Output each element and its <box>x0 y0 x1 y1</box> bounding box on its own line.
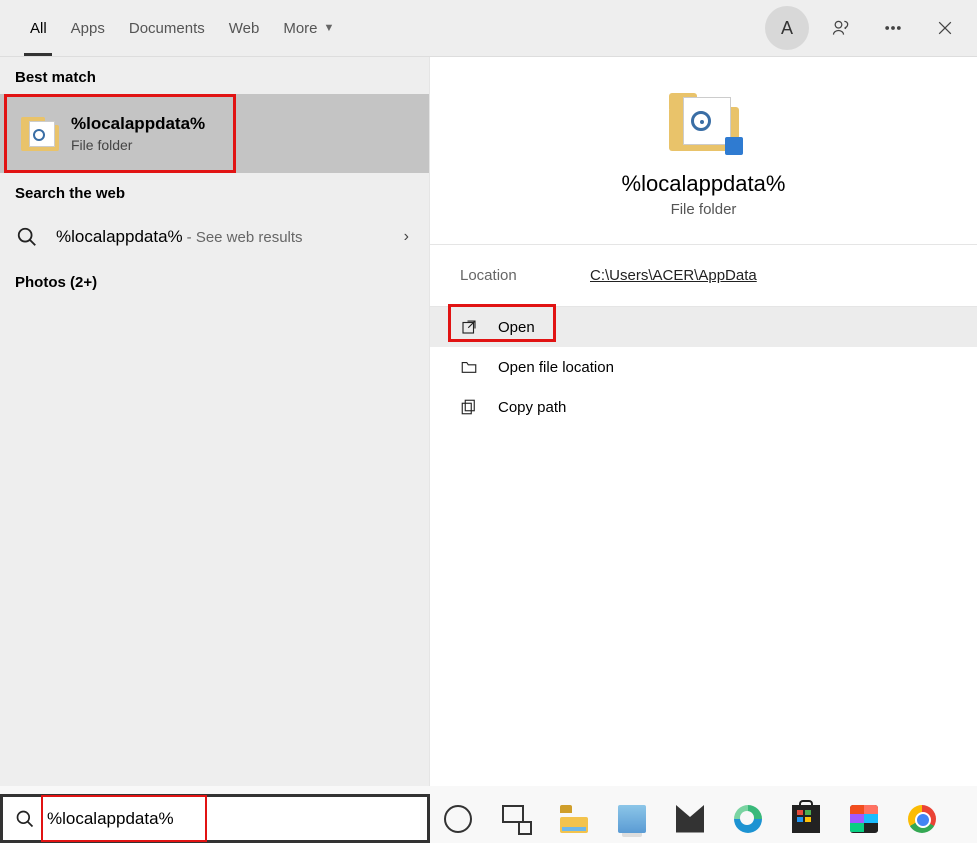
figma-icon[interactable] <box>844 799 884 839</box>
more-options-icon[interactable] <box>873 8 913 48</box>
action-open-label: Open <box>498 319 535 336</box>
location-row: Location C:\Users\ACER\AppData <box>430 245 977 307</box>
search-web-header: Search the web <box>0 173 429 210</box>
topbar-right-controls: A <box>765 0 977 56</box>
open-icon <box>460 318 482 336</box>
folder-icon-large <box>669 93 739 151</box>
tab-web[interactable]: Web <box>217 0 272 56</box>
feedback-icon[interactable] <box>821 8 861 48</box>
web-search-result[interactable]: %localappdata% - See web results › <box>0 210 429 264</box>
keyboard-app-icon[interactable] <box>612 799 652 839</box>
best-match-title: %localappdata% <box>71 113 205 136</box>
preview-pane: %localappdata% File folder Location C:\U… <box>430 57 977 786</box>
best-match-header: Best match <box>0 57 429 94</box>
tab-apps[interactable]: Apps <box>59 0 117 56</box>
tab-all[interactable]: All <box>18 0 59 56</box>
search-icon <box>3 809 47 829</box>
search-bar[interactable] <box>0 794 430 843</box>
folder-icon <box>21 117 59 151</box>
web-result-suffix: - See web results <box>187 229 303 246</box>
chrome-icon[interactable] <box>902 799 942 839</box>
search-filter-tabs: All Apps Documents Web More ▼ A <box>0 0 977 57</box>
file-explorer-icon[interactable] <box>554 799 594 839</box>
task-view-icon[interactable] <box>496 799 536 839</box>
copy-icon <box>460 398 482 416</box>
tab-documents[interactable]: Documents <box>117 0 217 56</box>
best-match-subtitle: File folder <box>71 136 205 155</box>
search-input[interactable] <box>47 797 427 840</box>
taskbar <box>430 794 977 843</box>
action-open[interactable]: Open <box>430 307 977 347</box>
action-open-file-location[interactable]: Open file location <box>430 347 977 387</box>
preview-title: %localappdata% <box>622 171 786 197</box>
search-icon <box>16 226 38 248</box>
tab-more-label: More <box>283 20 317 37</box>
mail-icon[interactable] <box>670 799 710 839</box>
user-avatar[interactable]: A <box>765 6 809 50</box>
edge-icon[interactable] <box>728 799 768 839</box>
best-match-result[interactable]: %localappdata% File folder <box>0 94 429 173</box>
web-result-query: %localappdata% <box>56 227 183 247</box>
folder-open-icon <box>460 358 482 376</box>
action-copy-path-label: Copy path <box>498 399 566 416</box>
results-pane: Best match %localappdata% File folder Se… <box>0 57 430 786</box>
chevron-right-icon: › <box>404 228 409 246</box>
chevron-down-icon: ▼ <box>324 22 335 34</box>
cortana-icon[interactable] <box>438 799 478 839</box>
action-open-file-location-label: Open file location <box>498 359 614 376</box>
tab-more[interactable]: More ▼ <box>271 0 346 56</box>
preview-subtitle: File folder <box>671 201 737 218</box>
photos-header[interactable]: Photos (2+) <box>0 264 429 301</box>
microsoft-store-icon[interactable] <box>786 799 826 839</box>
location-label: Location <box>460 267 590 284</box>
close-icon[interactable] <box>925 8 965 48</box>
action-copy-path[interactable]: Copy path <box>430 387 977 427</box>
location-value[interactable]: C:\Users\ACER\AppData <box>590 267 757 284</box>
